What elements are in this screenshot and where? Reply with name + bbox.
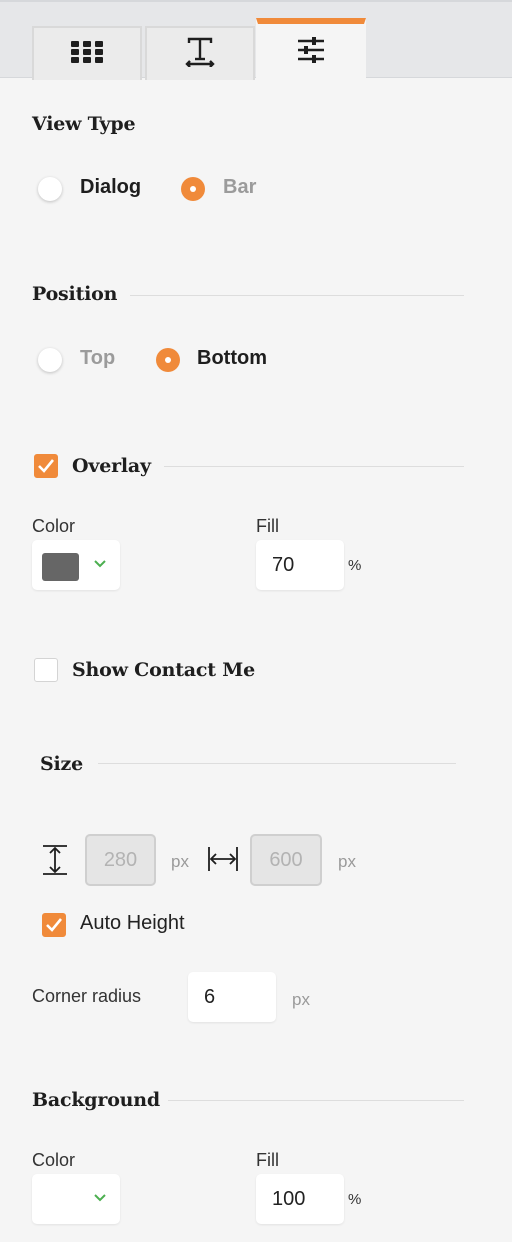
tab-blocks[interactable] [32, 26, 142, 80]
overlay-label: Overlay [72, 455, 151, 477]
background-fill-label: Fill [256, 1150, 279, 1170]
background-divider [168, 1100, 464, 1101]
view-type-heading: View Type [32, 113, 136, 135]
grid-icon [71, 40, 103, 68]
overlay-divider [164, 466, 464, 467]
radio-bar[interactable] [181, 177, 205, 201]
background-fill-input[interactable]: 100 [256, 1174, 344, 1224]
corner-radius-input[interactable]: 6 [188, 972, 276, 1022]
checkmark-icon [38, 459, 55, 473]
chevron-down-icon [94, 1194, 106, 1202]
tab-settings[interactable] [256, 18, 366, 81]
width-input[interactable]: 600 [250, 834, 322, 886]
show-contact-label: Show Contact Me [72, 659, 255, 681]
text-format-icon [185, 37, 215, 72]
chevron-down-icon [94, 560, 106, 568]
width-icon [208, 846, 238, 877]
background-color-picker[interactable] [32, 1174, 120, 1224]
checkmark-icon [46, 918, 63, 932]
overlay-fill-input[interactable]: 70 [256, 540, 344, 590]
radio-top-label: Top [80, 347, 116, 369]
auto-height-checkbox[interactable] [42, 913, 66, 937]
radio-top[interactable] [38, 348, 62, 372]
overlay-checkbox[interactable] [34, 454, 58, 478]
overlay-color-picker[interactable] [32, 540, 120, 590]
sliders-icon [297, 37, 325, 68]
overlay-fill-unit: % [348, 557, 362, 574]
background-fill-unit: % [348, 1191, 362, 1208]
auto-height-label: Auto Height [80, 912, 185, 934]
position-divider [130, 295, 464, 296]
radio-bottom[interactable] [156, 348, 180, 372]
tab-text[interactable] [145, 26, 255, 80]
background-color-label: Color [32, 1150, 76, 1170]
radio-dialog-label: Dialog [80, 176, 142, 198]
show-contact-checkbox[interactable] [34, 658, 58, 682]
height-unit: px [171, 852, 189, 871]
overlay-color-swatch [42, 553, 79, 581]
corner-radius-unit: px [292, 990, 310, 1009]
size-heading: Size [40, 753, 84, 775]
radio-bar-label: Bar [223, 176, 257, 198]
overlay-color-label: Color [32, 516, 76, 536]
tab-bar [0, 0, 512, 81]
background-heading: Background [32, 1089, 160, 1111]
radio-dialog[interactable] [38, 177, 62, 201]
width-unit: px [338, 852, 356, 871]
position-heading: Position [32, 283, 118, 305]
height-input[interactable]: 280 [85, 834, 156, 886]
height-icon [42, 845, 68, 880]
overlay-fill-label: Fill [256, 516, 279, 536]
corner-radius-label: Corner radius [32, 986, 142, 1006]
size-divider [98, 763, 456, 764]
radio-bottom-label: Bottom [197, 347, 267, 369]
